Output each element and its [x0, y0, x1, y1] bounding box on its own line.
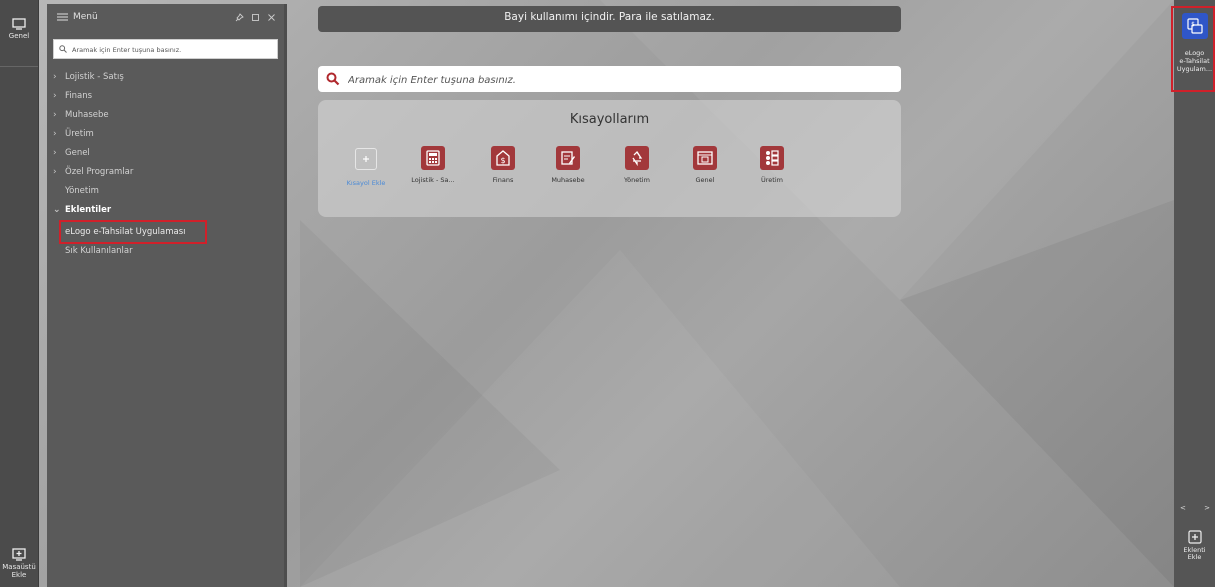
shortcuts-panel: Kısayollarım Kısayol Ekle Lojistik - Sa.… — [318, 100, 901, 217]
shortcut-finans[interactable]: $ Finans — [472, 146, 534, 184]
menu-item-lojistik[interactable]: › Lojistik - Satış — [53, 68, 124, 86]
highlight-box — [1171, 6, 1215, 92]
menu-item-label: Lojistik - Satış — [65, 72, 124, 82]
menu-item-genel[interactable]: › Genel — [53, 144, 90, 162]
chevron-right-icon: › — [53, 110, 57, 120]
menu-item-sik-kullanilanlar[interactable]: Sık Kullanılanlar — [65, 242, 133, 260]
chevron-right-icon: › — [53, 167, 57, 177]
menu-item-eklentiler[interactable]: ⌄ Eklentiler — [53, 201, 111, 219]
menu-item-label: Sık Kullanılanlar — [65, 246, 133, 256]
main-search-field[interactable] — [318, 66, 901, 92]
add-desktop-label-2: Ekle — [11, 571, 27, 579]
menu-item-label: Finans — [65, 91, 93, 101]
checklist-icon — [760, 146, 784, 170]
menu-title: Menü — [73, 12, 98, 22]
menu-item-finans[interactable]: › Finans — [53, 87, 92, 105]
search-icon — [59, 45, 67, 53]
menu-item-yonetim[interactable]: Yönetim — [65, 182, 99, 200]
menu-item-label: Özel Programlar — [65, 167, 134, 177]
add-plugin-label-2: Ekle — [1187, 553, 1202, 561]
shortcut-add[interactable]: Kısayol Ekle — [335, 146, 397, 187]
menu-panel: Menü › Lojistik - Satış › Finans — [47, 4, 287, 587]
hamburger-icon[interactable] — [57, 13, 68, 21]
ledger-icon — [556, 146, 580, 170]
chevron-right-icon: › — [53, 129, 57, 139]
desktop-genel-button[interactable]: Genel — [0, 18, 38, 40]
menu-search-field[interactable] — [53, 39, 278, 59]
menu-item-uretim[interactable]: › Üretim — [53, 125, 94, 143]
shortcut-label: Genel — [695, 176, 715, 184]
menu-item-label: Eklentiler — [65, 205, 112, 215]
svg-text:$: $ — [500, 156, 505, 165]
add-shortcut-icon — [355, 148, 377, 170]
banner-text: Bayi kullanımı içindir. Para ile satılam… — [504, 11, 715, 23]
desktop-genel-label: Genel — [8, 32, 30, 40]
shortcut-label: Finans — [492, 176, 514, 184]
shortcut-genel[interactable]: Genel — [674, 146, 736, 184]
menu-item-label: Üretim — [65, 129, 94, 139]
add-desktop-label-1: Masaüstü — [2, 563, 36, 571]
main-search-input[interactable] — [346, 70, 890, 90]
window-icon — [693, 146, 717, 170]
add-desktop-button[interactable]: Masaüstü Ekle — [0, 548, 38, 579]
close-icon[interactable] — [267, 13, 276, 22]
next-arrow[interactable]: > — [1204, 504, 1210, 512]
menu-search-input[interactable] — [70, 41, 274, 59]
shortcut-muhasebe[interactable]: Muhasebe — [537, 146, 599, 184]
shortcut-label: Üretim — [761, 176, 783, 184]
license-banner: Bayi kullanımı içindir. Para ile satılam… — [318, 6, 901, 32]
search-icon — [326, 72, 340, 86]
chevron-right-icon: › — [53, 148, 57, 158]
shortcut-label: Kısayol Ekle — [346, 179, 386, 187]
shortcut-uretim[interactable]: Üretim — [741, 146, 803, 184]
plugin-nav: < > — [1180, 504, 1210, 512]
menu-item-muhasebe[interactable]: › Muhasebe — [53, 106, 109, 124]
menu-item-label: Muhasebe — [65, 110, 109, 120]
left-sidebar: Genel Masaüstü Ekle — [0, 0, 39, 587]
add-plugin-button[interactable]: Eklenti Ekle — [1174, 530, 1215, 561]
recycle-icon — [625, 146, 649, 170]
add-plugin-icon — [1187, 530, 1202, 544]
pin-icon[interactable] — [235, 13, 244, 22]
shortcut-yonetim[interactable]: Yönetim — [606, 146, 668, 184]
menu-item-ozel-programlar[interactable]: › Özel Programlar — [53, 163, 133, 181]
menu-header: Menü — [47, 4, 284, 34]
calculator-icon — [421, 146, 445, 170]
menu-window-controls — [235, 13, 276, 22]
shortcut-label: Muhasebe — [551, 176, 585, 184]
menu-item-label: Yönetim — [65, 186, 99, 196]
shortcut-label: Lojistik - Sa... — [411, 176, 455, 184]
chevron-right-icon: › — [53, 72, 57, 82]
shortcuts-title: Kısayollarım — [569, 112, 650, 127]
chevron-right-icon: › — [53, 91, 57, 101]
menu-item-label: Genel — [65, 148, 90, 158]
restore-icon[interactable] — [251, 13, 260, 22]
chevron-down-icon: ⌄ — [53, 205, 61, 215]
highlight-box — [59, 220, 207, 244]
add-desktop-icon — [12, 548, 26, 561]
monitor-icon — [12, 18, 26, 30]
dollar-icon: $ — [491, 146, 515, 170]
prev-arrow[interactable]: < — [1180, 504, 1186, 512]
shortcut-lojistik[interactable]: Lojistik - Sa... — [402, 146, 464, 184]
shortcut-label: Yönetim — [624, 176, 650, 184]
divider — [0, 66, 38, 67]
